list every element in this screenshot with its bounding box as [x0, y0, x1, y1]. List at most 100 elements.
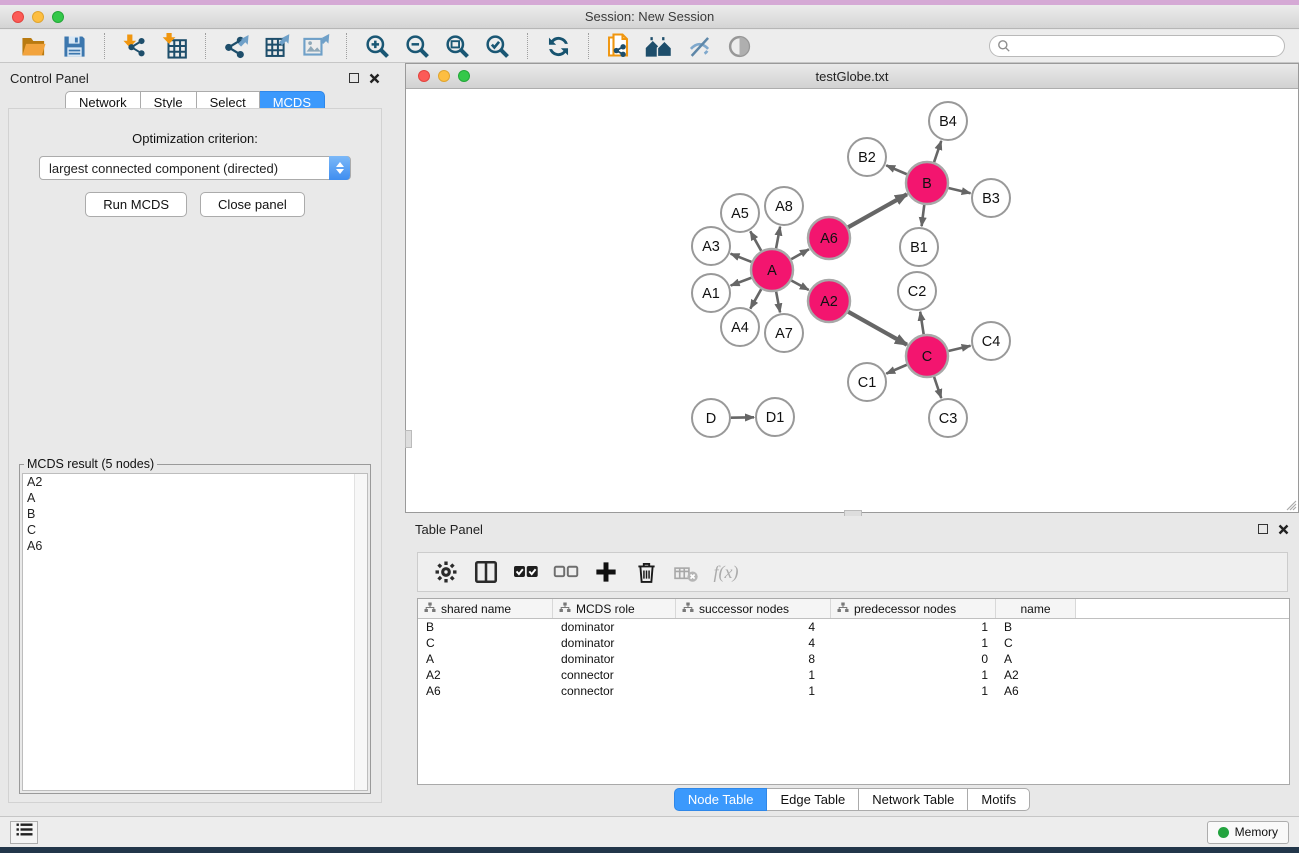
edge-A-A4[interactable] — [750, 289, 761, 309]
cell[interactable]: 4 — [676, 636, 831, 650]
cell[interactable]: 1 — [831, 668, 996, 682]
export-table-button[interactable] — [259, 31, 293, 61]
cell[interactable]: A — [996, 652, 1076, 666]
zoom-selected-button[interactable] — [480, 31, 514, 61]
zoom-window-button[interactable] — [52, 11, 64, 23]
cell[interactable]: 0 — [831, 652, 996, 666]
columns-button[interactable] — [466, 555, 506, 589]
tab-motifs[interactable]: Motifs — [968, 788, 1030, 811]
node-B3[interactable]: B3 — [972, 179, 1010, 217]
vertical-split-handle[interactable] — [405, 430, 412, 448]
result-item[interactable]: B — [23, 506, 367, 522]
cell[interactable]: connector — [553, 684, 676, 698]
table-row[interactable]: A6connector11A6 — [418, 683, 1289, 699]
zoom-fit-button[interactable] — [440, 31, 474, 61]
import-table-button[interactable] — [158, 31, 192, 61]
node-C4[interactable]: C4 — [972, 322, 1010, 360]
table-row[interactable]: A2connector11A2 — [418, 667, 1289, 683]
criterion-select[interactable]: largest connected component (directed) — [39, 156, 351, 180]
node-table[interactable]: shared nameMCDS rolesuccessor nodesprede… — [417, 598, 1290, 785]
memory-button[interactable]: Memory — [1207, 821, 1289, 844]
network-canvas[interactable]: B4B2BB3A5A8A6A3B1AA1C2A2A4A7C4CC1DD1C3 — [406, 89, 1298, 512]
network-minimize-button[interactable] — [438, 70, 450, 82]
cell[interactable]: 8 — [676, 652, 831, 666]
node-B1[interactable]: B1 — [900, 228, 938, 266]
network-graph[interactable]: B4B2BB3A5A8A6A3B1AA1C2A2A4A7C4CC1DD1C3 — [406, 89, 1298, 512]
result-item[interactable]: A — [23, 490, 367, 506]
export-image-button[interactable] — [299, 31, 333, 61]
mcds-result-list[interactable]: A2ABCA6 — [22, 473, 368, 791]
table-float-panel-icon[interactable] — [1258, 524, 1268, 534]
network-close-button[interactable] — [418, 70, 430, 82]
cell[interactable]: B — [418, 620, 553, 634]
edge-A2-C[interactable] — [848, 312, 907, 345]
cell[interactable]: A2 — [996, 668, 1076, 682]
network-from-file-button[interactable] — [602, 31, 636, 61]
node-C3[interactable]: C3 — [929, 399, 967, 437]
edge-A-A5[interactable] — [750, 231, 761, 251]
node-C[interactable]: C — [906, 335, 948, 377]
column-header-name[interactable]: name — [996, 599, 1076, 618]
cell[interactable]: A6 — [996, 684, 1076, 698]
resize-grip-icon[interactable] — [1284, 498, 1297, 511]
edge-B-B3[interactable] — [948, 188, 970, 193]
edge-B-B4[interactable] — [934, 141, 941, 162]
close-panel-button[interactable]: Close panel — [200, 192, 305, 217]
select-all-button[interactable] — [506, 555, 546, 589]
edge-A-A3[interactable] — [731, 254, 752, 262]
network-zoom-button[interactable] — [458, 70, 470, 82]
minimize-window-button[interactable] — [32, 11, 44, 23]
tab-edge-table[interactable]: Edge Table — [767, 788, 859, 811]
cell[interactable]: C — [418, 636, 553, 650]
cell[interactable]: A6 — [418, 684, 553, 698]
table-row[interactable]: Bdominator41B — [418, 619, 1289, 635]
edge-B-B2[interactable] — [886, 165, 907, 174]
run-mcds-button[interactable]: Run MCDS — [85, 192, 187, 217]
node-A6[interactable]: A6 — [808, 217, 850, 259]
cell[interactable]: 1 — [831, 636, 996, 650]
node-D[interactable]: D — [692, 399, 730, 437]
refresh-button[interactable] — [541, 31, 575, 61]
add-button[interactable] — [586, 555, 626, 589]
table-row[interactable]: Adominator80A — [418, 651, 1289, 667]
table-row[interactable]: Cdominator41C — [418, 635, 1289, 651]
edge-C-C4[interactable] — [948, 346, 970, 351]
function-button[interactable]: f(x) — [706, 555, 746, 589]
node-B[interactable]: B — [906, 162, 948, 204]
node-A5[interactable]: A5 — [721, 194, 759, 232]
edge-C-C2[interactable] — [920, 312, 923, 335]
edge-A-A1[interactable] — [731, 278, 752, 286]
open-button[interactable] — [17, 31, 51, 61]
cell[interactable]: B — [996, 620, 1076, 634]
column-header-successor-nodes[interactable]: successor nodes — [676, 599, 831, 618]
task-history-button[interactable] — [10, 821, 38, 844]
settings-button[interactable] — [426, 555, 466, 589]
deselect-all-button[interactable] — [546, 555, 586, 589]
save-button[interactable] — [57, 31, 91, 61]
close-panel-icon[interactable] — [369, 73, 380, 84]
node-D1[interactable]: D1 — [756, 398, 794, 436]
result-item[interactable]: A2 — [23, 474, 367, 490]
column-header-predecessor-nodes[interactable]: predecessor nodes — [831, 599, 996, 618]
close-window-button[interactable] — [12, 11, 24, 23]
cell[interactable]: 1 — [676, 668, 831, 682]
node-A2[interactable]: A2 — [808, 280, 850, 322]
import-network-button[interactable] — [118, 31, 152, 61]
edge-C-C1[interactable] — [886, 365, 907, 374]
cell[interactable]: dominator — [553, 620, 676, 634]
node-A3[interactable]: A3 — [692, 227, 730, 265]
zoom-out-button[interactable] — [400, 31, 434, 61]
cell[interactable]: dominator — [553, 636, 676, 650]
node-B4[interactable]: B4 — [929, 102, 967, 140]
node-C1[interactable]: C1 — [848, 363, 886, 401]
column-header-shared-name[interactable]: shared name — [418, 599, 553, 618]
zoom-in-button[interactable] — [360, 31, 394, 61]
search-input[interactable] — [989, 35, 1285, 57]
node-A8[interactable]: A8 — [765, 187, 803, 225]
float-panel-icon[interactable] — [349, 73, 359, 83]
node-C2[interactable]: C2 — [898, 272, 936, 310]
cell[interactable]: A — [418, 652, 553, 666]
cell[interactable]: C — [996, 636, 1076, 650]
tab-node-table[interactable]: Node Table — [674, 788, 768, 811]
cell[interactable]: 4 — [676, 620, 831, 634]
